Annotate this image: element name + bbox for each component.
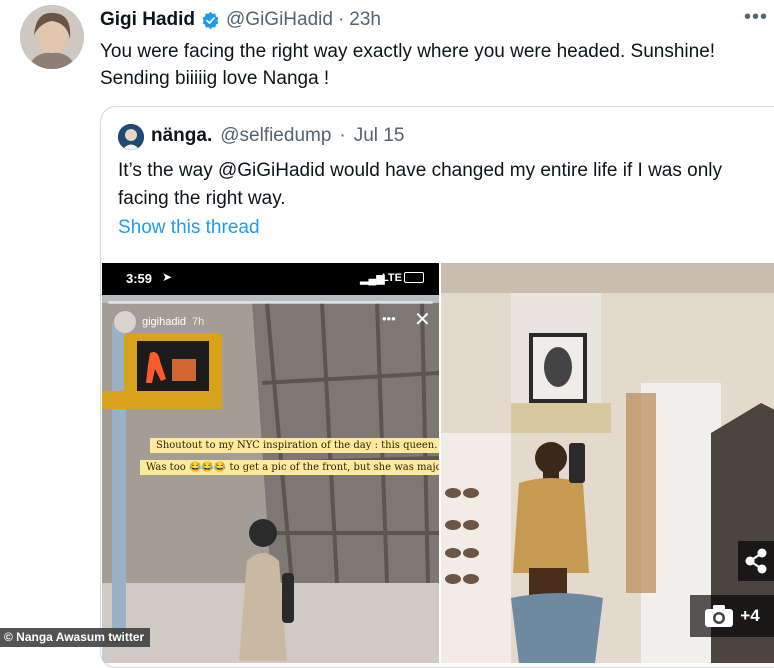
caption-text: to get a pic of the front, but she was m…: [229, 462, 439, 473]
quoted-author-handle[interactable]: @selfiedump: [220, 125, 331, 147]
tweet-text-line: You were facing the right way exactly wh…: [100, 41, 716, 62]
quoted-text: It’s the way @GiGiHadid would have chang…: [118, 157, 758, 213]
story-age: 7h: [192, 316, 205, 328]
story-caption: Shoutout to my NYC inspiration of the da…: [150, 438, 439, 453]
quoted-text-line: facing the right way.: [118, 188, 286, 209]
tweet-time[interactable]: 23h: [349, 9, 381, 31]
share-icon: [745, 548, 767, 574]
story-progress-bar: [108, 301, 433, 304]
photo-credit: © Nanga Awasum twitter: [0, 628, 151, 647]
phone-status-bar: 3:59 ➤ ▂▄▆ LTE: [102, 263, 439, 295]
tweet-text: You were facing the right way exactly wh…: [100, 38, 760, 92]
caption-text: Was too: [146, 462, 186, 473]
tweet-text-line: Sending biiiiig love Nanga !: [100, 68, 330, 89]
status-time: 3:59: [126, 271, 153, 286]
signal-icon: ▂▄▆: [360, 273, 385, 285]
share-button[interactable]: [738, 541, 774, 581]
story-caption-2: Was too 😂😂😂 to get a pic of the front, b…: [140, 460, 439, 475]
quoted-header: nänga. @selfiedump · Jul 15: [151, 125, 404, 147]
photo-count: +4: [740, 606, 760, 625]
author-name[interactable]: Gigi Hadid: [100, 9, 195, 31]
quoted-date[interactable]: Jul 15: [354, 125, 405, 147]
battery-icon: [404, 272, 424, 283]
quoted-text-line: It’s the way @GiGiHadid would have chang…: [118, 160, 723, 181]
quoted-tweet-card[interactable]: nänga. @selfiedump · Jul 15 It’s the way…: [100, 106, 774, 668]
show-thread-link[interactable]: Show this thread: [118, 217, 260, 239]
story-screenshot-image[interactable]: 3:59 ➤ ▂▄▆ LTE gigihadid 7h ••• ✕ Shouto…: [102, 263, 439, 663]
story-more-icon[interactable]: •••: [382, 311, 396, 326]
story-username: gigihadid: [142, 316, 187, 328]
tweet-header: Gigi Hadid @GiGiHadid · 23h: [100, 9, 381, 31]
close-icon[interactable]: ✕: [414, 307, 431, 332]
story-user: gigihadid 7h: [114, 311, 204, 333]
separator: ·: [339, 125, 346, 146]
verified-icon: [202, 11, 219, 29]
story-avatar: [114, 311, 136, 333]
location-icon: ➤: [162, 270, 173, 284]
more-icon[interactable]: •••: [744, 6, 768, 29]
network-label: LTE: [382, 272, 402, 284]
author-avatar[interactable]: [20, 5, 84, 69]
quoted-author-name[interactable]: nänga.: [151, 125, 212, 147]
separator: ·: [337, 9, 345, 30]
author-handle[interactable]: @GiGiHadid: [226, 9, 333, 31]
caption-emoji: 😂😂😂: [188, 462, 227, 473]
quoted-author-avatar: [118, 124, 144, 150]
gallery-button[interactable]: +4: [690, 595, 774, 637]
camera-icon: [705, 605, 734, 627]
